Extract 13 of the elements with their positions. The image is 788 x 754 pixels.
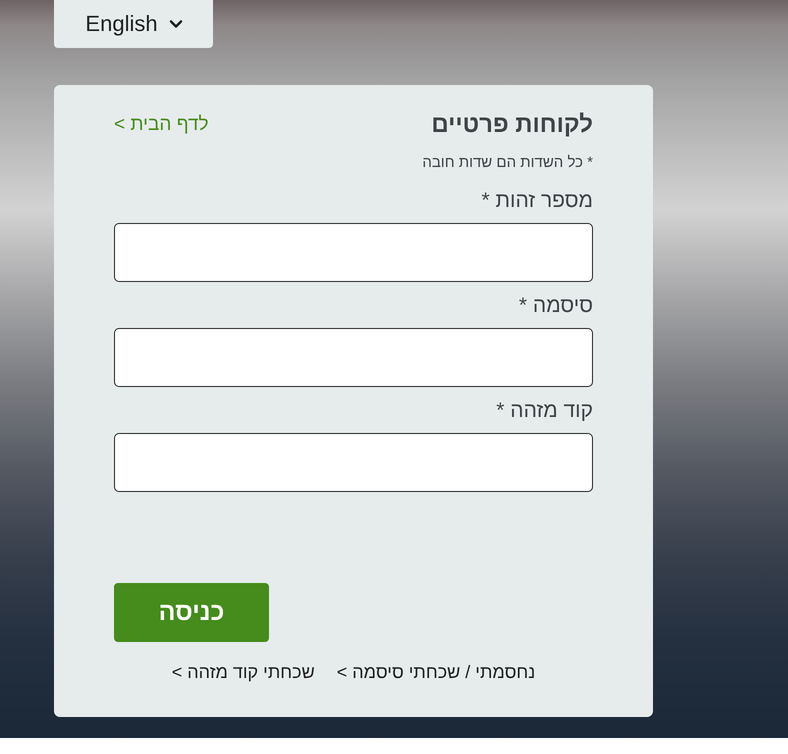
language-dropdown[interactable]: English [54,0,213,48]
field-label: קוד מזהה * [496,399,593,423]
field-label: מספר זהות * [481,189,593,213]
help-link[interactable]: נחסמתי / שכחתי סיסמה > [336,661,536,683]
input-field[interactable] [114,433,593,492]
card-title: לקוחות פרטיים [431,110,593,140]
login-button[interactable]: כניסה [114,583,269,642]
home-link[interactable]: לדף הבית > [114,114,209,136]
input-field[interactable] [114,223,593,282]
input-field[interactable] [114,328,593,387]
field-label: סיסמה * [518,294,593,318]
help-link[interactable]: שכחתי קוד מזהה > [172,661,315,683]
required-note: * כל השדות הם שדות חובה [421,153,593,173]
